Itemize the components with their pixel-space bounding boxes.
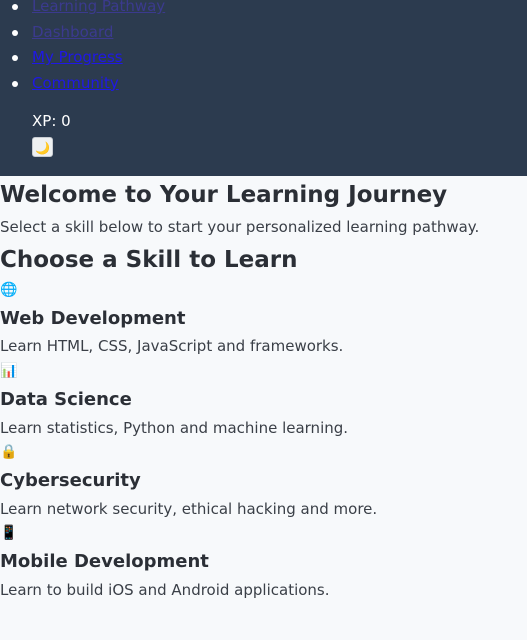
skill-description: Learn statistics, Python and machine lea… — [0, 419, 349, 437]
nav-list: Learning Pathway Dashboard My Progress C… — [12, 0, 165, 97]
skill-title: Data Science — [0, 389, 132, 410]
list-bullet — [12, 55, 18, 62]
page-title: Welcome to Your Learning Journey — [0, 182, 448, 208]
globe-icon: 🌐 — [0, 282, 18, 298]
list-bullet — [12, 29, 18, 36]
theme-toggle-button[interactable]: 🌙 — [32, 137, 53, 157]
skill-title: Mobile Development — [0, 551, 209, 572]
nav-item-learning-pathway: Learning Pathway — [12, 0, 165, 20]
top-navigation-bar: Learning Pathway Dashboard My Progress C… — [0, 0, 527, 176]
list-bullet — [12, 4, 18, 10]
lock-icon: 🔒 — [0, 444, 18, 460]
skills-heading: Choose a Skill to Learn — [0, 247, 298, 273]
nav-link-community[interactable]: Community — [32, 74, 119, 92]
nav-link-dashboard[interactable]: Dashboard — [32, 23, 113, 41]
nav-link-my-progress[interactable]: My Progress — [32, 48, 123, 66]
nav-item-community: Community — [12, 71, 165, 97]
skill-title: Web Development — [0, 308, 186, 329]
mobile-phone-icon: 📱 — [0, 525, 18, 541]
skill-description: Learn to build iOS and Android applicati… — [0, 581, 330, 599]
page-subtitle: Select a skill below to start your perso… — [0, 218, 480, 236]
moon-icon: 🌙 — [35, 141, 50, 155]
xp-counter: XP: 0 — [32, 112, 71, 130]
list-bullet — [12, 80, 18, 87]
nav-item-my-progress: My Progress — [12, 45, 165, 71]
skill-description: Learn HTML, CSS, JavaScript and framewor… — [0, 337, 344, 355]
skill-title: Cybersecurity — [0, 470, 141, 491]
nav-item-dashboard: Dashboard — [12, 20, 165, 46]
bar-chart-icon: 📊 — [0, 363, 18, 379]
skill-description: Learn network security, ethical hacking … — [0, 500, 378, 518]
nav-link-learning-pathway[interactable]: Learning Pathway — [32, 0, 165, 15]
